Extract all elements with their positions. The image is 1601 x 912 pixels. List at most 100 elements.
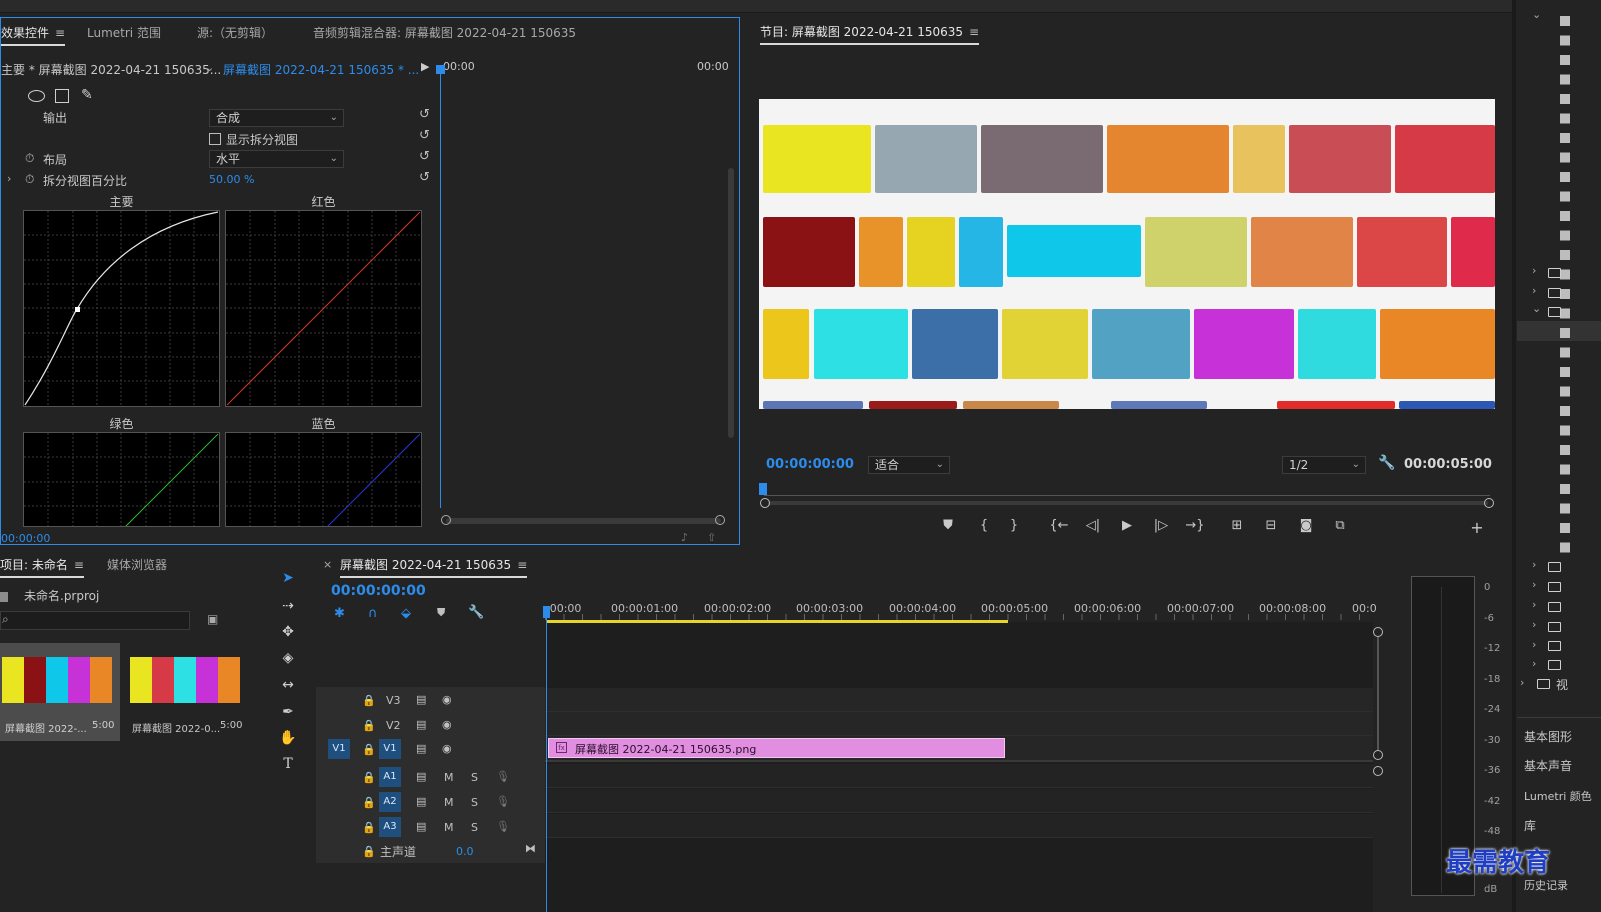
export-icon[interactable]: ⇧ bbox=[707, 531, 716, 544]
track-row-v3[interactable] bbox=[545, 688, 1373, 712]
track-row-a3[interactable] bbox=[545, 814, 1373, 838]
curve-red[interactable] bbox=[225, 210, 422, 407]
chevron-right-icon[interactable]: › bbox=[1532, 657, 1536, 670]
chevron-right-icon[interactable]: › bbox=[1532, 578, 1536, 591]
reset-icon[interactable]: ↺ bbox=[419, 128, 430, 143]
eye-icon[interactable]: ◉ bbox=[442, 742, 452, 755]
folder-icon[interactable] bbox=[1548, 602, 1561, 612]
chevron-right-icon[interactable]: › bbox=[1532, 618, 1536, 631]
mute-button[interactable]: M bbox=[444, 796, 454, 809]
mark-in-icon[interactable]: { bbox=[974, 518, 994, 533]
project-item[interactable]: 屏幕截图 2022-0... 5:00 bbox=[126, 643, 246, 741]
chevron-down-icon[interactable]: ⌄ bbox=[205, 61, 214, 74]
track-row-a1[interactable] bbox=[545, 764, 1373, 788]
split-percent-value[interactable]: 50.00 % bbox=[209, 173, 254, 186]
panel-menu-icon[interactable]: ≡ bbox=[55, 18, 65, 48]
timeline-settings-wrench-icon[interactable]: 🔧 bbox=[468, 605, 484, 620]
close-icon[interactable]: × bbox=[323, 558, 332, 571]
toggle-sync-lock-icon[interactable]: ▤ bbox=[416, 795, 426, 808]
export-frame-camera-icon[interactable]: ◙ bbox=[1296, 518, 1316, 533]
chevron-right-icon[interactable]: › bbox=[1520, 676, 1524, 689]
toggle-sync-lock-icon[interactable]: ▤ bbox=[416, 820, 426, 833]
microphone-icon[interactable]: 🎙 bbox=[496, 820, 510, 833]
panel-menu-icon[interactable]: ≡ bbox=[74, 550, 84, 580]
step-forward-icon[interactable]: |▷ bbox=[1151, 518, 1171, 533]
pen-mask-icon[interactable]: ✎ bbox=[81, 87, 93, 103]
lock-icon[interactable]: 🔒 bbox=[362, 743, 376, 756]
go-to-out-icon[interactable]: →} bbox=[1185, 518, 1205, 533]
tab-source[interactable]: 源:（无剪辑） bbox=[197, 18, 273, 48]
curve-green[interactable] bbox=[23, 432, 220, 527]
extract-icon[interactable]: ⊟ bbox=[1261, 518, 1281, 533]
new-bin-icon[interactable]: ▣ bbox=[207, 612, 218, 626]
eye-icon[interactable]: ◉ bbox=[442, 718, 452, 731]
chevron-right-icon[interactable]: › bbox=[1532, 264, 1536, 277]
timeline-vertical-scrollbar[interactable] bbox=[1377, 637, 1379, 750]
chevron-right-icon[interactable]: › bbox=[7, 172, 11, 185]
folder-icon[interactable] bbox=[1548, 660, 1561, 670]
clip-sequence-label[interactable]: 屏幕截图 2022-04-21 150635 * ... bbox=[223, 61, 419, 78]
toggle-sync-lock-icon[interactable]: ▤ bbox=[416, 742, 426, 755]
resolution-dropdown[interactable]: 1/2 ⌄ bbox=[1282, 456, 1366, 474]
panel-menu-icon[interactable]: ≡ bbox=[517, 550, 527, 580]
program-video-frame[interactable] bbox=[759, 99, 1495, 409]
panel-libraries[interactable]: 库 bbox=[1524, 817, 1536, 834]
program-zoom-right-handle[interactable] bbox=[1484, 498, 1494, 508]
stopwatch-icon[interactable]: ⏱ bbox=[25, 151, 34, 166]
button-editor-plus-icon[interactable]: + bbox=[1467, 518, 1487, 537]
solo-button[interactable]: S bbox=[471, 771, 478, 784]
tab-media-browser[interactable]: 媒体浏览器 bbox=[107, 550, 167, 580]
comparison-view-icon[interactable]: ⧉ bbox=[1330, 518, 1350, 533]
folder-icon[interactable] bbox=[1537, 679, 1550, 689]
track-label-v1[interactable]: V1 bbox=[379, 739, 401, 759]
layout-dropdown[interactable]: 水平 ⌄ bbox=[209, 150, 344, 168]
split-view-checkbox[interactable] bbox=[209, 133, 221, 145]
track-select-tool-icon[interactable]: ⇢ bbox=[278, 596, 298, 616]
track-row-a2[interactable] bbox=[545, 789, 1373, 813]
timeline-playhead-marker[interactable] bbox=[543, 606, 550, 618]
folder-icon[interactable] bbox=[1548, 268, 1561, 278]
panel-essential-graphics[interactable]: 基本图形 bbox=[1524, 728, 1572, 745]
stopwatch-icon[interactable]: ⏱ bbox=[25, 172, 34, 187]
ec-footer-timecode[interactable]: 00:00:00 bbox=[1, 532, 50, 545]
timeline-sequence-tab[interactable]: 屏幕截图 2022-04-21 150635 ≡ bbox=[340, 550, 528, 580]
chevron-right-icon[interactable]: › bbox=[1532, 284, 1536, 297]
tab-lumetri-scopes[interactable]: Lumetri 范围 bbox=[87, 18, 161, 48]
chevron-down-icon[interactable]: ⌄ bbox=[1532, 302, 1541, 315]
pen-tool-icon[interactable]: ✒ bbox=[278, 702, 298, 722]
rectangle-mask-icon[interactable] bbox=[55, 89, 69, 103]
fit-dropdown[interactable]: 适合 ⌄ bbox=[868, 456, 950, 474]
panel-menu-icon[interactable]: ≡ bbox=[969, 17, 979, 47]
work-area-bar[interactable] bbox=[547, 620, 1008, 623]
chevron-right-icon[interactable]: › bbox=[1532, 598, 1536, 611]
ec-zoom-left-handle[interactable] bbox=[441, 515, 451, 525]
ec-playhead[interactable] bbox=[440, 68, 441, 508]
tab-project[interactable]: 项目: 未命名 ≡ bbox=[0, 550, 84, 580]
program-timecode[interactable]: 00:00:00:00 bbox=[766, 457, 854, 472]
panel-lumetri-color[interactable]: Lumetri 颜色 bbox=[1524, 788, 1592, 804]
video-clip[interactable]: fx 屏幕截图 2022-04-21 150635.png bbox=[548, 738, 1005, 758]
reset-icon[interactable]: ↺ bbox=[419, 149, 430, 164]
curve-master[interactable] bbox=[23, 210, 220, 407]
linked-selection-icon[interactable]: ∩ bbox=[368, 606, 378, 621]
chevron-down-icon[interactable]: ⌄ bbox=[1532, 8, 1541, 21]
master-volume-value[interactable]: 0.0 bbox=[456, 845, 474, 858]
lock-icon[interactable]: 🔒 bbox=[362, 845, 376, 858]
program-time-ruler[interactable] bbox=[764, 490, 1490, 496]
ec-playhead-marker[interactable] bbox=[436, 65, 445, 74]
microphone-icon[interactable]: 🎙 bbox=[496, 795, 510, 808]
curve-blue[interactable] bbox=[225, 432, 422, 527]
lock-icon[interactable]: 🔒 bbox=[362, 796, 376, 809]
program-zoom-bar[interactable] bbox=[768, 501, 1488, 505]
folder-label[interactable]: 视 bbox=[1556, 676, 1568, 693]
track-label-a2[interactable]: A2 bbox=[379, 792, 401, 812]
settings-wrench-icon[interactable]: 🔧 bbox=[1378, 455, 1395, 471]
audio-only-icon[interactable]: ♪ bbox=[681, 531, 688, 544]
chevron-right-icon[interactable]: › bbox=[1532, 558, 1536, 571]
track-label-v2[interactable]: V2 bbox=[386, 719, 401, 732]
lock-icon[interactable]: 🔒 bbox=[362, 821, 376, 834]
mark-out-icon[interactable]: } bbox=[1004, 518, 1024, 533]
solo-button[interactable]: S bbox=[471, 821, 478, 834]
toggle-sync-lock-icon[interactable]: ▤ bbox=[416, 770, 426, 783]
slip-tool-icon[interactable]: ↔ bbox=[278, 675, 298, 695]
